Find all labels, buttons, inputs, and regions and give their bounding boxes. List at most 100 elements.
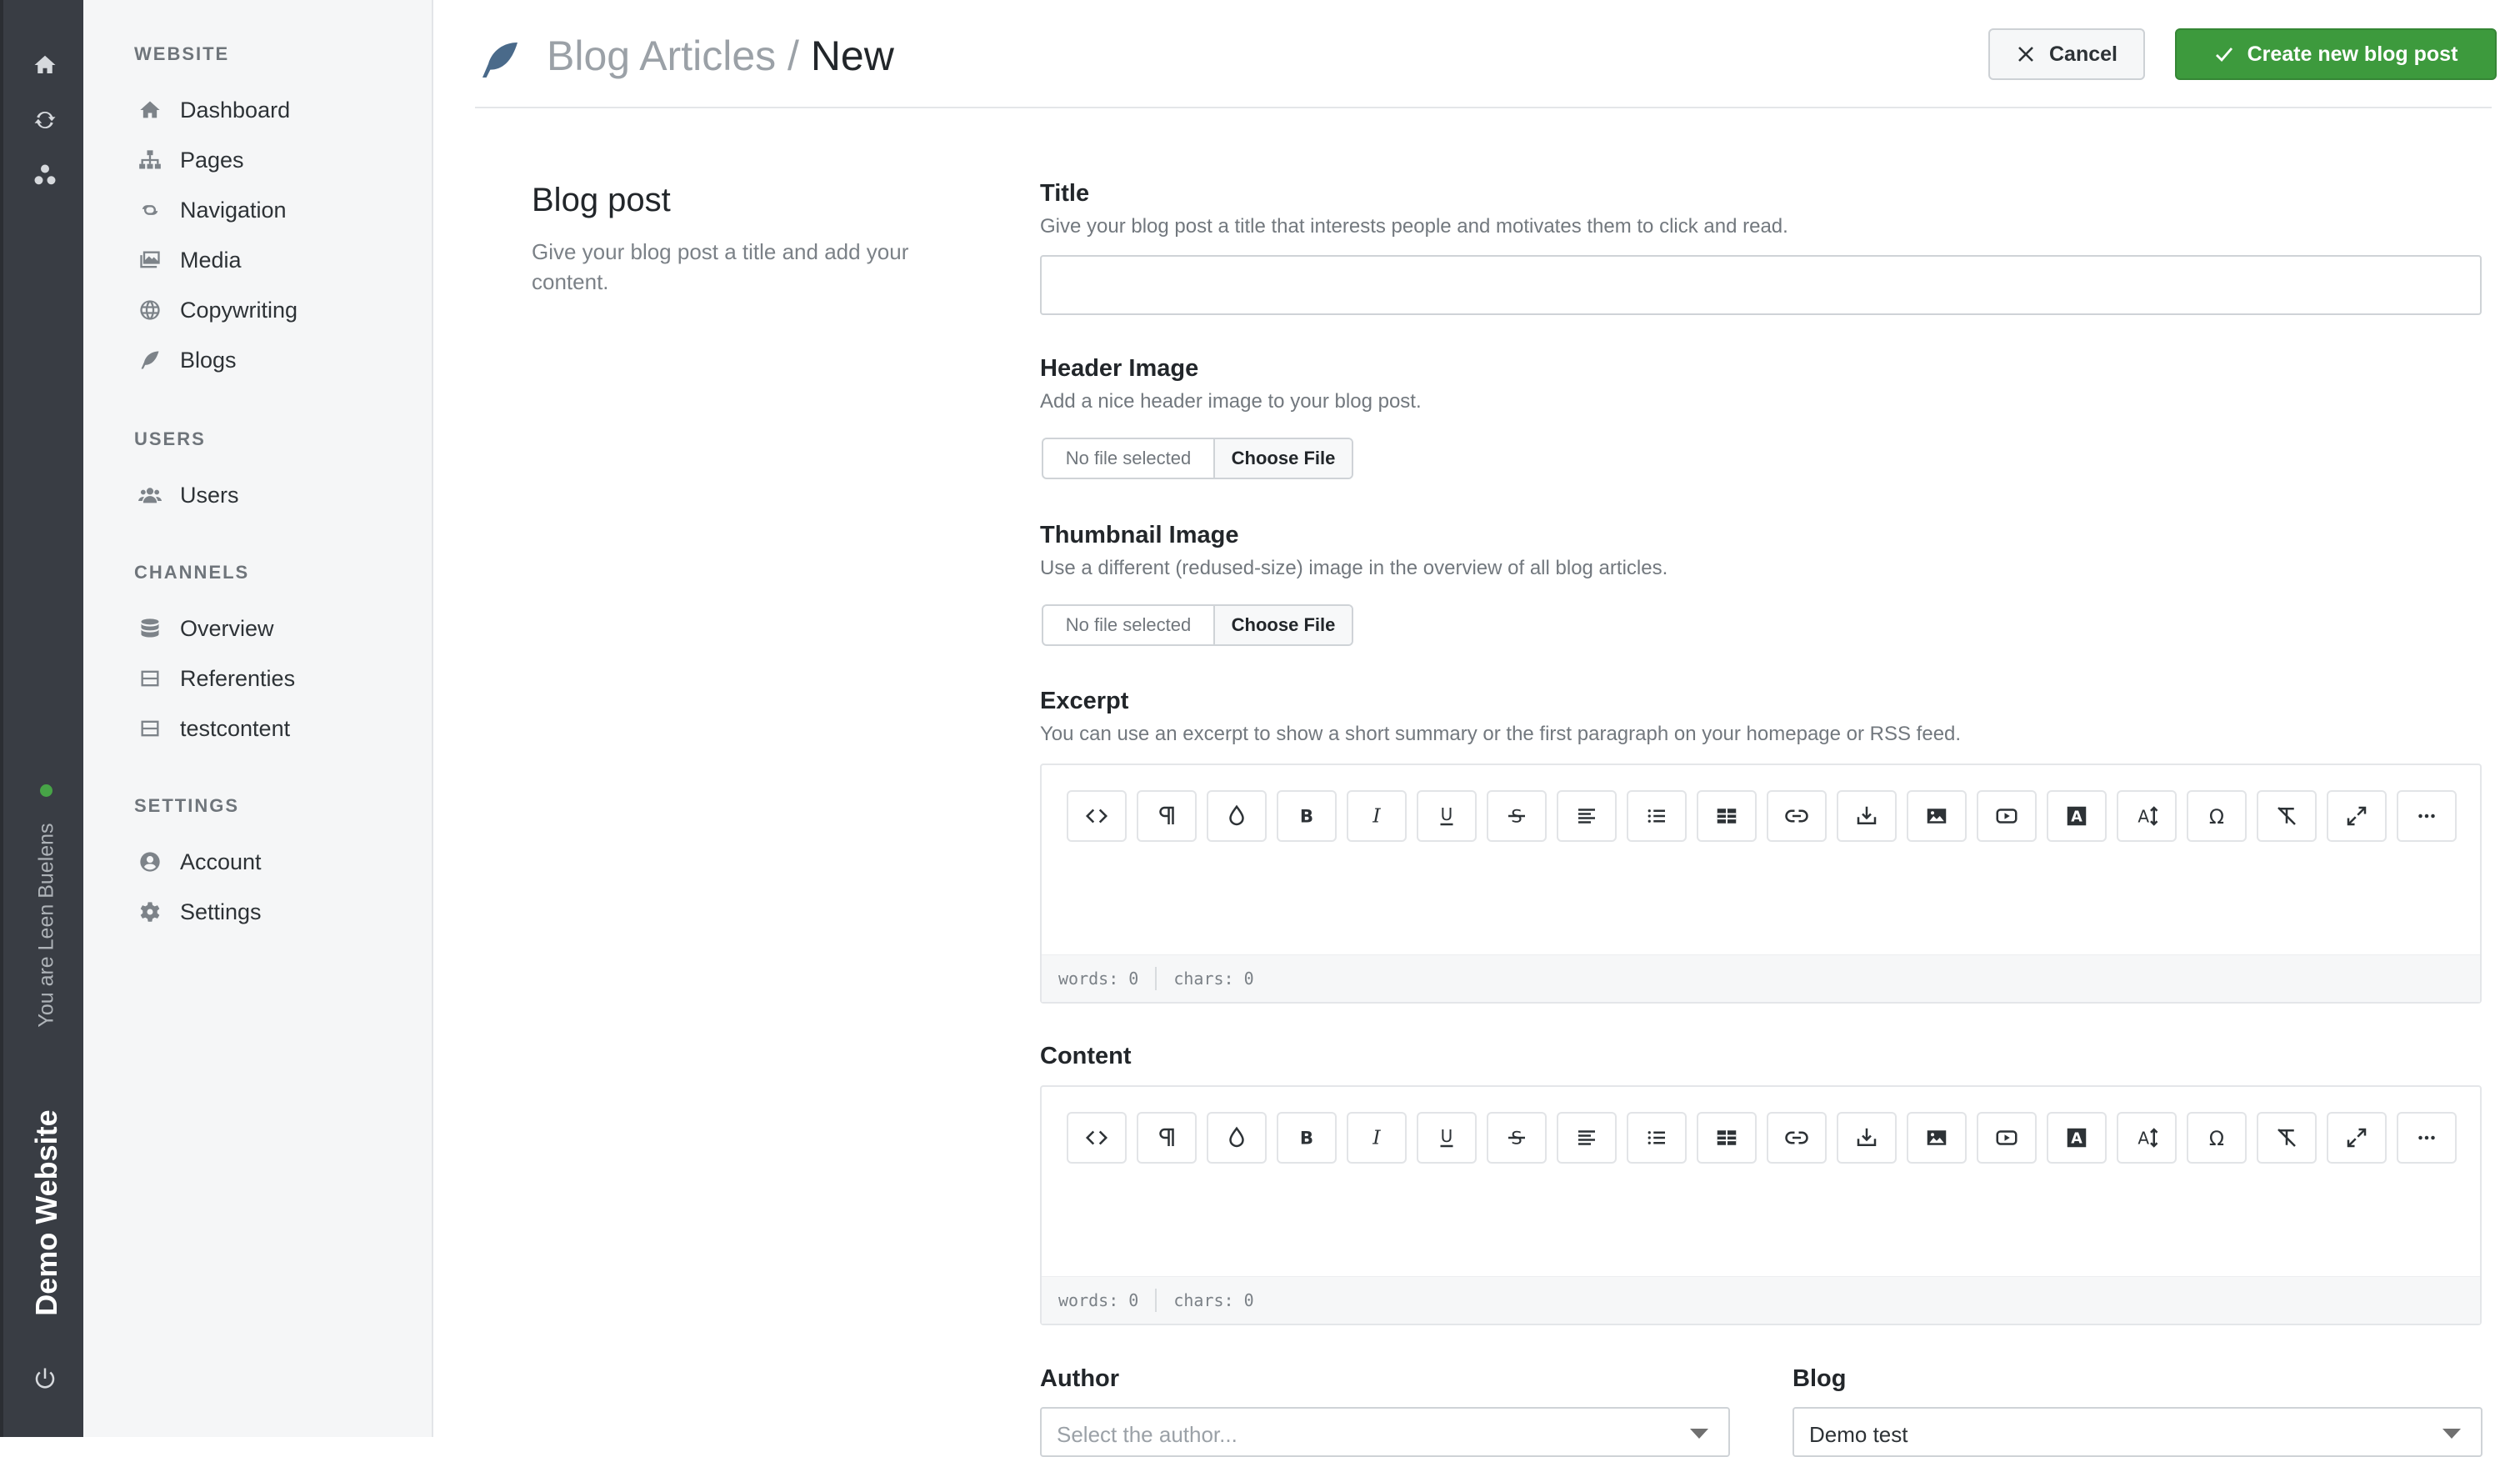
database-icon	[137, 615, 163, 642]
sidebar-item-account[interactable]: Account	[137, 842, 262, 882]
sidebar-item-label: Pages	[180, 147, 244, 173]
sidebar-item-settings[interactable]: Settings	[137, 892, 262, 932]
strikethrough-button[interactable]: S	[1487, 1112, 1547, 1164]
svg-text:I: I	[1372, 804, 1381, 828]
fullscreen-button[interactable]	[2327, 790, 2387, 842]
link-icon	[1785, 809, 1808, 823]
underline-button[interactable]: U	[1417, 1112, 1477, 1164]
font-color-button[interactable]: A	[2047, 1112, 2107, 1164]
paragraph-icon	[1159, 806, 1174, 824]
upload-button[interactable]	[1837, 1112, 1897, 1164]
sidebar-item-referenties[interactable]: Referenties	[137, 658, 295, 698]
globe-icon	[137, 297, 163, 323]
link-button[interactable]	[1767, 1112, 1827, 1164]
strikethrough-icon: S	[1508, 807, 1525, 828]
table-button[interactable]	[1697, 790, 1757, 842]
list-button[interactable]	[1627, 790, 1687, 842]
site-name[interactable]: Demo Website	[29, 1109, 64, 1315]
color-button[interactable]	[1207, 1112, 1267, 1164]
sidebar-item-overview[interactable]: Overview	[137, 608, 274, 648]
font-size-button[interactable]: A	[2117, 790, 2177, 842]
thumbnail-image-help: Use a different (redused-size) image in …	[1040, 557, 1668, 579]
link-icon	[1785, 1131, 1808, 1144]
header-image-file-input[interactable]: No file selected Choose File	[1042, 438, 1353, 479]
upload-button[interactable]	[1837, 790, 1897, 842]
author-select[interactable]: Select the author...	[1040, 1407, 1730, 1457]
current-user-label: You are Leen Buelens	[34, 823, 58, 1028]
align-button[interactable]	[1557, 1112, 1617, 1164]
sync-icon[interactable]	[27, 102, 63, 138]
more-button[interactable]	[2397, 1112, 2457, 1164]
title-input[interactable]	[1040, 255, 2482, 315]
create-blog-post-button[interactable]: Create new blog post	[2175, 28, 2497, 80]
app-rail: You are Leen Buelens Demo Website	[0, 0, 83, 1437]
content-editor[interactable]: B I U S A A Ω words: 0 chars: 0	[1040, 1085, 2482, 1325]
special-char-button[interactable]: Ω	[2187, 1112, 2247, 1164]
italic-button[interactable]: I	[1347, 790, 1407, 842]
code-view-button[interactable]	[1067, 1112, 1127, 1164]
clear-format-button[interactable]	[2257, 790, 2317, 842]
table-button[interactable]	[1697, 1112, 1757, 1164]
content-label: Content	[1040, 1043, 1132, 1069]
check-icon	[2215, 48, 2232, 63]
fullscreen-icon	[2347, 806, 2367, 826]
sidebar-item-dashboard[interactable]: Dashboard	[137, 90, 290, 130]
sidebar-item-pages[interactable]: Pages	[137, 140, 244, 180]
sitemap-icon[interactable]	[27, 157, 63, 193]
fullscreen-button[interactable]	[2327, 1112, 2387, 1164]
fullscreen-icon	[2347, 1128, 2367, 1148]
editor-status-bar: words: 0 chars: 0	[1042, 954, 2480, 1002]
link-button[interactable]	[1767, 790, 1827, 842]
color-icon	[1229, 1126, 1244, 1148]
special-char-icon: Ω	[2209, 1127, 2224, 1150]
sidebar-section-channels: CHANNELS	[134, 562, 250, 583]
home-icon[interactable]	[27, 47, 63, 83]
color-button[interactable]	[1207, 790, 1267, 842]
svg-text:I: I	[1372, 1126, 1381, 1149]
align-button[interactable]	[1557, 790, 1617, 842]
svg-text:A: A	[2138, 807, 2149, 827]
char-count: chars: 0	[1173, 969, 1254, 989]
svg-text:A: A	[2138, 1129, 2149, 1149]
blog-select[interactable]: Demo test	[1792, 1407, 2482, 1457]
excerpt-label: Excerpt	[1040, 688, 1129, 714]
table-icon	[1717, 809, 1737, 824]
cancel-button[interactable]: Cancel	[1988, 28, 2145, 80]
sidebar-item-users[interactable]: Users	[137, 475, 239, 515]
code-view-button[interactable]	[1067, 790, 1127, 842]
choose-file-button[interactable]: Choose File	[1215, 606, 1352, 644]
list-button[interactable]	[1627, 1112, 1687, 1164]
font-size-button[interactable]: A	[2117, 1112, 2177, 1164]
video-icon	[1996, 1130, 2018, 1145]
image-button[interactable]	[1907, 790, 1967, 842]
breadcrumb-parent[interactable]: Blog Articles /	[547, 33, 799, 79]
choose-file-button[interactable]: Choose File	[1215, 439, 1352, 478]
svg-text:B: B	[1300, 807, 1313, 828]
power-icon[interactable]	[27, 1360, 63, 1397]
image-button[interactable]	[1907, 1112, 1967, 1164]
sidebar-item-testcontent[interactable]: testcontent	[137, 708, 290, 749]
font-color-button[interactable]: A	[2047, 790, 2107, 842]
italic-button[interactable]: I	[1347, 1112, 1407, 1164]
underline-button[interactable]: U	[1417, 790, 1477, 842]
special-char-button[interactable]: Ω	[2187, 790, 2247, 842]
sidebar-item-media[interactable]: Media	[137, 240, 242, 280]
code-view-icon	[1085, 809, 1108, 824]
video-button[interactable]	[1977, 1112, 2037, 1164]
thumbnail-image-file-input[interactable]: No file selected Choose File	[1042, 604, 1353, 646]
bold-button[interactable]: B	[1277, 790, 1337, 842]
sidebar-item-blogs[interactable]: Blogs	[137, 340, 237, 380]
sidebar-item-navigation[interactable]: Navigation	[137, 190, 287, 230]
more-button[interactable]	[2397, 790, 2457, 842]
sidebar-item-copywriting[interactable]: Copywriting	[137, 290, 298, 330]
sidebar-item-label: Dashboard	[180, 97, 291, 123]
strikethrough-button[interactable]: S	[1487, 790, 1547, 842]
excerpt-editor[interactable]: B I U S A A Ω words: 0 chars: 0	[1040, 764, 2482, 1004]
bold-icon: B	[1300, 1129, 1313, 1149]
video-button[interactable]	[1977, 790, 2037, 842]
paragraph-button[interactable]	[1137, 1112, 1197, 1164]
paragraph-button[interactable]	[1137, 790, 1197, 842]
clear-format-button[interactable]	[2257, 1112, 2317, 1164]
bold-button[interactable]: B	[1277, 1112, 1337, 1164]
link-icon	[137, 197, 163, 223]
